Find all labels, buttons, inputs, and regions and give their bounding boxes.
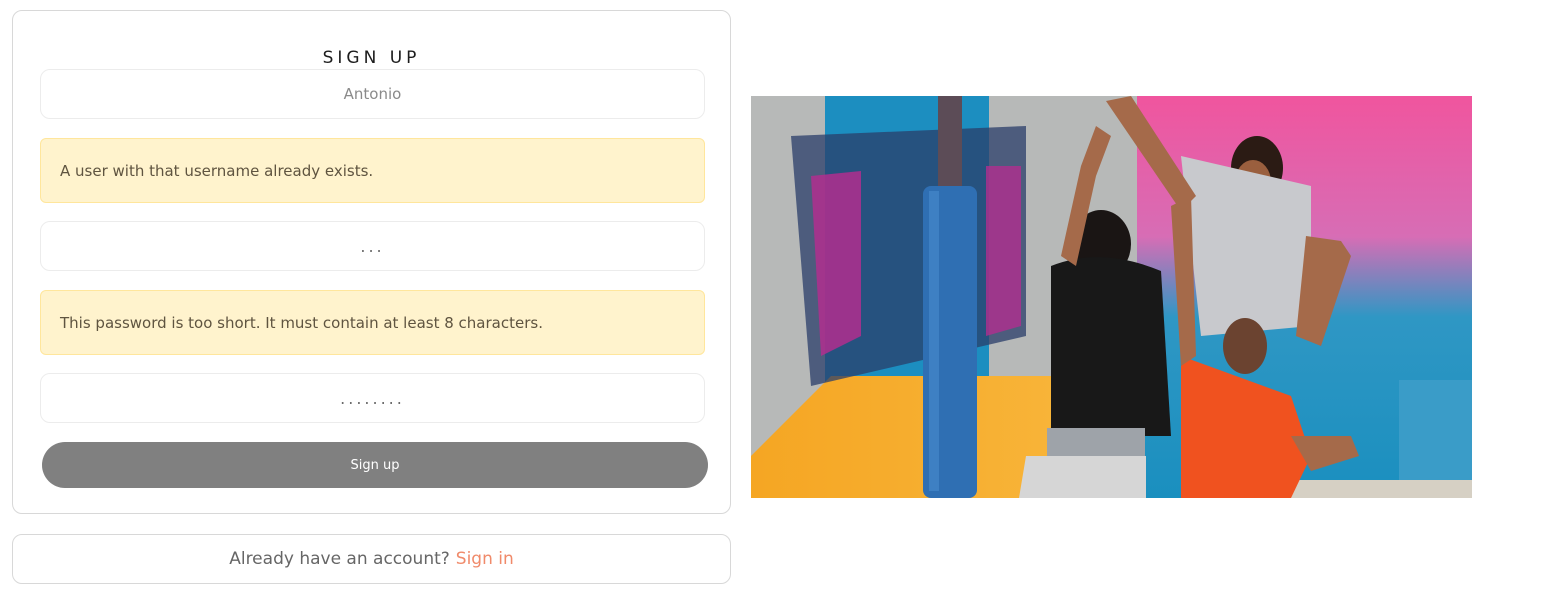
password-input[interactable] — [40, 221, 705, 271]
username-input[interactable] — [40, 69, 705, 119]
signin-prompt-text: Already have an account? — [229, 549, 450, 569]
password-confirm-input[interactable] — [40, 373, 705, 423]
signin-link[interactable]: Sign in — [456, 549, 514, 569]
basketball-players-photo — [751, 96, 1472, 498]
signin-prompt-card: Already have an account? Sign in — [12, 534, 731, 584]
signup-card: SIGN UP A user with that username alread… — [12, 10, 731, 514]
signup-button[interactable]: Sign up — [42, 442, 708, 488]
username-error-alert: A user with that username already exists… — [40, 138, 705, 203]
password-error-alert: This password is too short. It must cont… — [40, 290, 705, 355]
page-title: SIGN UP — [322, 48, 421, 68]
